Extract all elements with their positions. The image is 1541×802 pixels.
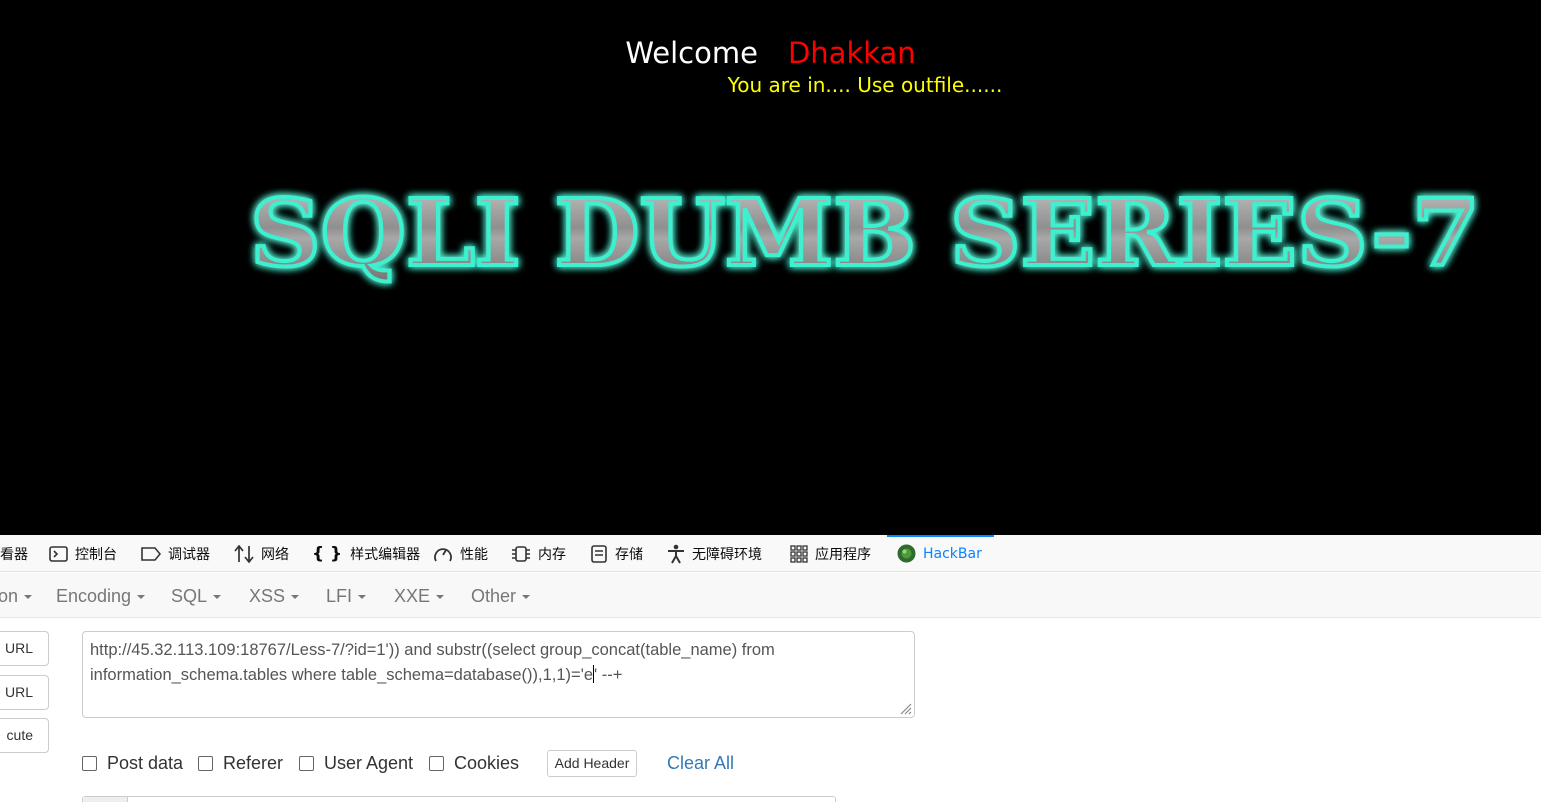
resize-grip-icon[interactable] [896,699,912,715]
application-icon [790,544,808,563]
accessibility-icon [668,544,684,563]
hackbar-icon [897,544,916,563]
menu-lfi[interactable]: LFI [326,586,367,607]
tab-debugger[interactable]: 调试器 [141,535,210,572]
chevron-down-icon [436,595,445,600]
devtools-panel: 看器 控制台 调试器 网络 { } 样式编辑器 性能 内存 存储 无障碍环境 应… [0,535,1541,802]
execute-button[interactable]: cute [0,718,49,753]
user-agent-checkbox[interactable] [299,756,314,771]
tab-inspector[interactable]: 看器 [0,535,28,572]
header-input-addon [83,797,128,802]
tab-label: 控制台 [75,546,117,563]
status-message: You are in.... Use outfile...... [727,73,1003,97]
tab-accessibility[interactable]: 无障碍环境 [667,535,762,572]
tab-label: 样式编辑器 [350,546,421,563]
referer-checkbox[interactable] [198,756,213,771]
menu-label: on [0,586,19,606]
tab-label: 应用程序 [815,546,871,563]
url-line-1: http://45.32.113.109:18767/Less-7/?id=1'… [90,641,775,659]
username: Dhakkan [787,36,916,70]
tab-label: 存储 [615,546,643,563]
menu-encoding[interactable]: Encoding [56,586,146,607]
tab-storage[interactable]: 存储 [590,535,643,572]
menu-other[interactable]: Other [471,586,531,607]
network-icon [234,544,254,563]
debugger-icon [141,546,161,561]
tab-application[interactable]: 应用程序 [790,535,871,572]
option-label: Post data [107,753,184,773]
tab-style-editor[interactable]: { } 样式编辑器 [312,535,420,572]
cookies-option[interactable]: Cookies [429,753,519,774]
menu-label: XSS [249,586,286,606]
menu-xss[interactable]: XSS [249,586,300,607]
tab-label: 性能 [460,546,488,563]
option-label: Referer [223,753,284,773]
menu-label: Encoding [56,586,132,606]
chevron-down-icon [522,595,531,600]
tab-label: 看器 [0,546,28,563]
chevron-down-icon [137,595,146,600]
tab-label: 网络 [261,546,289,563]
tab-label: 调试器 [168,546,210,563]
menu-sql[interactable]: SQL [171,586,222,607]
tab-performance[interactable]: 性能 [433,535,488,572]
split-url-button[interactable]: URL [0,675,49,710]
add-header-button[interactable]: Add Header [547,750,637,777]
memory-icon [512,545,530,562]
welcome-label: Welcome [625,36,758,70]
menu-xxe[interactable]: XXE [394,586,445,607]
menu-label: XXE [394,586,431,606]
tab-label: HackBar [923,545,982,562]
series-banner: SQLI DUMB SERIES-7 [248,177,1482,289]
chevron-down-icon [213,595,222,600]
menu-label: SQL [171,586,208,606]
chevron-down-icon [24,595,33,600]
chevron-down-icon [291,595,300,600]
url-line-2-tail: ' --+ [594,666,623,684]
url-input[interactable]: http://45.32.113.109:18767/Less-7/?id=1'… [82,631,915,718]
style-editor-icon: { } [312,543,343,564]
url-line-2: information_schema.tables where table_sc… [90,666,594,684]
clear-all-link[interactable]: Clear All [667,753,734,774]
load-url-button[interactable]: URL [0,631,49,666]
tab-label: 内存 [538,546,566,563]
hackbar-menu: on Encoding SQL XSS LFI XXE Other [0,573,1541,618]
storage-icon [591,544,607,563]
banner-text: SQLI DUMB SERIES-7 [250,179,1480,287]
option-label: User Agent [324,753,414,773]
referer-option[interactable]: Referer [198,753,283,774]
header-input[interactable] [82,796,836,802]
chevron-down-icon [358,595,367,600]
welcome-line: Welcome Dhakkan [0,34,1541,72]
page-viewport: Welcome Dhakkan You are in.... Use outfil… [0,0,1541,535]
cookies-checkbox[interactable] [429,756,444,771]
menu-label: Other [471,586,517,606]
menu-label: LFI [326,586,353,606]
performance-icon [434,547,452,561]
post-data-option[interactable]: Post data [82,753,183,774]
tab-hackbar[interactable]: HackBar [887,535,994,572]
tab-network[interactable]: 网络 [234,535,289,572]
tab-console[interactable]: 控制台 [49,535,117,572]
devtools-toolbar: 看器 控制台 调试器 网络 { } 样式编辑器 性能 内存 存储 无障碍环境 应… [0,535,1541,572]
user-agent-option[interactable]: User Agent [299,753,413,774]
post-data-checkbox[interactable] [82,756,97,771]
menu-load-url[interactable]: on [0,586,33,607]
tab-label: 无障碍环境 [692,546,762,563]
tab-memory[interactable]: 内存 [511,535,566,572]
option-label: Cookies [454,753,520,773]
console-icon [49,545,68,562]
